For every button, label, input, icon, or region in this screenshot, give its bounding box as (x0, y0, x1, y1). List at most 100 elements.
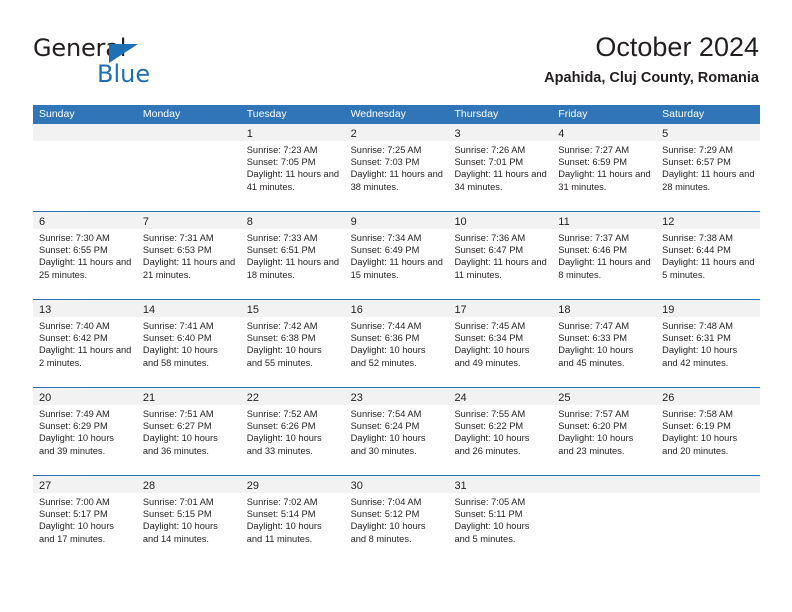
calendar-day-cell[interactable]: 6 Sunrise: 7:30 AM Sunset: 6:55 PM Daylight… (33, 212, 137, 299)
daylight-text: Daylight: 10 hours and 23 minutes. (558, 433, 634, 456)
day-number: 28 (142, 480, 156, 492)
sunrise-text: Sunrise: 7:44 AM (350, 321, 422, 331)
calendar-day-cell-empty (552, 476, 657, 563)
calendar-day-cell[interactable]: 3 Sunrise: 7:26 AM Sunset: 7:01 PM Daylight… (448, 124, 553, 211)
calendar-day-cell[interactable]: 26 Sunrise: 7:58 AM Sunset: 6:19 PM Dayligh… (656, 388, 761, 475)
sunset-text: Sunset: 6:44 PM (662, 245, 731, 256)
day-number-band: 3 (448, 124, 553, 141)
day-details: Sunrise: 7:31 AM Sunset: 6:53 PM Daylight:… (137, 229, 241, 281)
daylight-text: Daylight: 10 hours and 42 minutes. (662, 345, 738, 368)
day-number: 15 (246, 304, 259, 316)
day-number: 2 (350, 128, 357, 140)
calendar-weeks: 1 Sunrise: 7:23 AM Sunset: 7:05 PM Daylight… (33, 124, 761, 563)
sunset-text: Sunset: 6:51 PM (246, 245, 316, 256)
sunrise-text: Sunrise: 7:36 AM (454, 233, 526, 243)
sunset-text: Sunset: 5:12 PM (350, 509, 420, 520)
day-details: Sunrise: 7:52 AM Sunset: 6:26 PM Daylight:… (241, 405, 345, 457)
calendar-day-cell[interactable]: 1 Sunrise: 7:23 AM Sunset: 7:05 PM Daylight… (240, 124, 345, 211)
calendar-day-cell[interactable]: 10 Sunrise: 7:36 AM Sunset: 6:47 PM Dayligh… (448, 212, 553, 299)
sunrise-text: Sunrise: 7:29 AM (662, 145, 733, 155)
day-details: Sunrise: 7:47 AM Sunset: 6:33 PM Daylight:… (552, 317, 656, 369)
general-blue-logo[interactable]: General Blue (33, 34, 253, 90)
weekday-header-sunday: Sunday (39, 108, 75, 120)
calendar-day-cell[interactable]: 24 Sunrise: 7:55 AM Sunset: 6:22 PM Dayligh… (448, 388, 553, 475)
sunrise-text: Sunrise: 7:04 AM (350, 497, 422, 507)
sunrise-text: Sunrise: 7:26 AM (454, 145, 526, 155)
calendar-day-cell[interactable]: 8 Sunrise: 7:33 AM Sunset: 6:51 PM Daylight… (240, 212, 345, 299)
day-details: Sunrise: 7:55 AM Sunset: 6:22 PM Daylight:… (448, 405, 552, 457)
calendar-day-cell[interactable]: 25 Sunrise: 7:57 AM Sunset: 6:20 PM Dayligh… (552, 388, 657, 475)
day-number: 22 (246, 392, 259, 404)
daylight-text: Daylight: 10 hours and 8 minutes. (350, 521, 426, 544)
day-number-band: 28 (136, 476, 241, 493)
calendar-day-cell[interactable]: 28 Sunrise: 7:01 AM Sunset: 5:15 PM Dayligh… (136, 476, 241, 563)
calendar-day-cell[interactable]: 20 Sunrise: 7:49 AM Sunset: 6:29 PM Dayligh… (33, 388, 137, 475)
sunrise-text: Sunrise: 7:25 AM (350, 145, 422, 155)
calendar-day-cell[interactable]: 13 Sunrise: 7:40 AM Sunset: 6:42 PM Dayligh… (33, 300, 137, 387)
sunset-text: Sunset: 5:17 PM (39, 509, 108, 520)
day-number-band: 7 (136, 212, 241, 229)
calendar-day-cell[interactable]: 2 Sunrise: 7:25 AM Sunset: 7:03 PM Daylight… (344, 124, 449, 211)
day-number: 29 (246, 480, 259, 492)
calendar-day-cell[interactable]: 27 Sunrise: 7:00 AM Sunset: 5:17 PM Dayligh… (33, 476, 137, 563)
calendar-day-cell[interactable]: 14 Sunrise: 7:41 AM Sunset: 6:40 PM Dayligh… (136, 300, 241, 387)
daylight-text: Daylight: 10 hours and 55 minutes. (246, 345, 322, 368)
day-number-band: 1 (240, 124, 345, 141)
day-details: Sunrise: 7:01 AM Sunset: 5:15 PM Daylight:… (137, 493, 241, 545)
calendar-day-cell[interactable]: 23 Sunrise: 7:54 AM Sunset: 6:24 PM Dayligh… (344, 388, 449, 475)
day-number: 27 (39, 480, 52, 492)
sunset-text: Sunset: 6:55 PM (39, 245, 108, 256)
calendar-day-cell-empty (33, 124, 137, 211)
calendar-day-cell[interactable]: 22 Sunrise: 7:52 AM Sunset: 6:26 PM Dayligh… (240, 388, 345, 475)
calendar-day-cell[interactable]: 19 Sunrise: 7:48 AM Sunset: 6:31 PM Dayligh… (656, 300, 761, 387)
day-number-band: 27 (33, 476, 137, 493)
daylight-text: Daylight: 11 hours and 38 minutes. (350, 169, 443, 192)
day-number-band: 5 (656, 124, 761, 141)
day-number-band: 20 (33, 388, 137, 405)
day-details: Sunrise: 7:29 AM Sunset: 6:57 PM Daylight:… (656, 141, 760, 193)
calendar-day-cell[interactable]: 9 Sunrise: 7:34 AM Sunset: 6:49 PM Daylight… (344, 212, 449, 299)
calendar-day-cell[interactable]: 31 Sunrise: 7:05 AM Sunset: 5:11 PM Dayligh… (448, 476, 553, 563)
day-details: Sunrise: 7:42 AM Sunset: 6:38 PM Daylight:… (241, 317, 345, 369)
day-number: 10 (454, 216, 467, 228)
calendar-day-cell[interactable]: 7 Sunrise: 7:31 AM Sunset: 6:53 PM Daylight… (136, 212, 241, 299)
calendar-day-cell[interactable]: 30 Sunrise: 7:04 AM Sunset: 5:12 PM Dayligh… (344, 476, 449, 563)
day-number-band (552, 476, 657, 493)
daylight-text: Daylight: 10 hours and 26 minutes. (454, 433, 530, 456)
calendar-day-cell[interactable]: 5 Sunrise: 7:29 AM Sunset: 6:57 PM Daylight… (656, 124, 761, 211)
calendar-day-cell[interactable]: 11 Sunrise: 7:37 AM Sunset: 6:46 PM Dayligh… (552, 212, 657, 299)
daylight-text: Daylight: 10 hours and 5 minutes. (454, 521, 530, 544)
sunrise-text: Sunrise: 7:57 AM (558, 409, 630, 419)
day-number: 9 (350, 216, 357, 228)
calendar-day-cell[interactable]: 12 Sunrise: 7:38 AM Sunset: 6:44 PM Dayligh… (656, 212, 761, 299)
sunrise-text: Sunrise: 7:47 AM (558, 321, 630, 331)
calendar-day-cell[interactable]: 18 Sunrise: 7:47 AM Sunset: 6:33 PM Dayligh… (552, 300, 657, 387)
calendar-day-cell[interactable]: 4 Sunrise: 7:27 AM Sunset: 6:59 PM Daylight… (552, 124, 657, 211)
daylight-text: Daylight: 10 hours and 17 minutes. (39, 521, 114, 544)
day-details: Sunrise: 7:57 AM Sunset: 6:20 PM Daylight:… (552, 405, 656, 457)
day-number-band: 8 (240, 212, 345, 229)
calendar-day-cell[interactable]: 16 Sunrise: 7:44 AM Sunset: 6:36 PM Dayligh… (344, 300, 449, 387)
day-number: 4 (558, 128, 565, 140)
calendar-day-cell[interactable]: 15 Sunrise: 7:42 AM Sunset: 6:38 PM Dayligh… (240, 300, 345, 387)
day-details: Sunrise: 7:44 AM Sunset: 6:36 PM Daylight:… (345, 317, 449, 369)
daylight-text: Daylight: 10 hours and 20 minutes. (662, 433, 738, 456)
day-number-band: 30 (344, 476, 449, 493)
day-details: Sunrise: 7:38 AM Sunset: 6:44 PM Daylight:… (656, 229, 760, 281)
sunrise-text: Sunrise: 7:23 AM (246, 145, 318, 155)
calendar-day-cell[interactable]: 17 Sunrise: 7:45 AM Sunset: 6:34 PM Dayligh… (448, 300, 553, 387)
page-subtitle: Apahida, Cluj County, Romania (544, 70, 759, 86)
sunrise-text: Sunrise: 7:51 AM (142, 409, 214, 419)
calendar-day-cell[interactable]: 29 Sunrise: 7:02 AM Sunset: 5:14 PM Dayligh… (240, 476, 345, 563)
calendar-week-row: 20 Sunrise: 7:49 AM Sunset: 6:29 PM Dayligh… (33, 387, 761, 475)
sunrise-text: Sunrise: 7:33 AM (246, 233, 318, 243)
sunset-text: Sunset: 6:36 PM (350, 333, 420, 344)
calendar-day-cell[interactable]: 21 Sunrise: 7:51 AM Sunset: 6:27 PM Dayligh… (136, 388, 241, 475)
day-number-band: 22 (240, 388, 345, 405)
day-number-band: 26 (656, 388, 761, 405)
day-details: Sunrise: 7:40 AM Sunset: 6:42 PM Daylight:… (33, 317, 137, 369)
day-number-band: 15 (240, 300, 345, 317)
day-number-band: 25 (552, 388, 657, 405)
sunset-text: Sunset: 6:46 PM (558, 245, 628, 256)
day-details: Sunrise: 7:58 AM Sunset: 6:19 PM Daylight:… (656, 405, 760, 457)
